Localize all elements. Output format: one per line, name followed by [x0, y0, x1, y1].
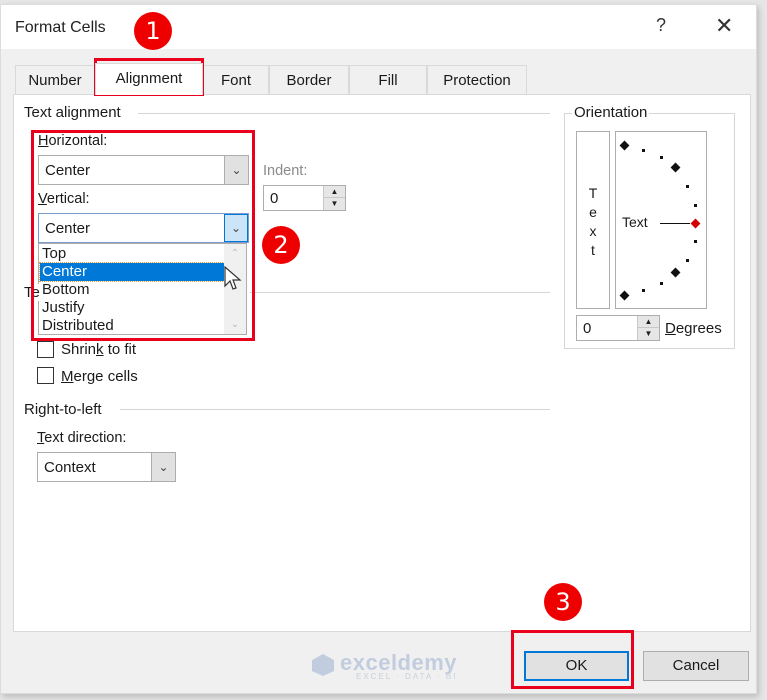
- tab-fill[interactable]: Fill: [349, 65, 427, 95]
- shrink-to-fit-label[interactable]: Shrink to fit: [61, 341, 136, 358]
- shrink-label-pre: Shrin: [61, 341, 97, 358]
- text-alignment-group-label: Text alignment: [24, 104, 127, 121]
- tab-alignment[interactable]: Alignment: [95, 63, 203, 95]
- vertical-value: Center: [45, 220, 91, 237]
- shrink-label-post: to fit: [103, 341, 137, 358]
- angle-marker-90[interactable]: [619, 140, 630, 151]
- option-bottom[interactable]: Bottom: [40, 281, 224, 299]
- orientation-dial[interactable]: Text: [615, 131, 707, 309]
- text-direction-text: ext direction:: [44, 430, 127, 446]
- tab-protection[interactable]: Protection: [427, 65, 527, 95]
- indent-label: Indent:: [263, 163, 308, 179]
- step-1-badge: 1: [134, 12, 172, 50]
- merge-cells-label[interactable]: Merge cells: [61, 368, 138, 385]
- spin-up-icon[interactable]: ▲: [324, 186, 345, 198]
- angle-dot[interactable]: [642, 289, 645, 292]
- vertical-label: Vertical:: [38, 191, 90, 207]
- option-justify[interactable]: Justify: [40, 299, 224, 317]
- degrees-accel: D: [665, 320, 676, 337]
- angle-dot[interactable]: [694, 240, 697, 243]
- close-button[interactable]: ✕: [715, 13, 733, 39]
- orientation-group-label: Orientation: [572, 104, 650, 121]
- spin-down-icon[interactable]: ▼: [324, 198, 345, 210]
- title-bar: Format Cells ? ✕: [1, 5, 756, 49]
- cancel-button[interactable]: Cancel: [643, 651, 749, 681]
- tab-number[interactable]: Number: [15, 65, 95, 95]
- chevron-down-icon[interactable]: ⌄: [151, 453, 175, 481]
- watermark-tagline: EXCEL · DATA · BI: [356, 672, 458, 681]
- option-top[interactable]: Top: [40, 245, 224, 263]
- vertical-dropdown[interactable]: Center ⌄: [38, 213, 249, 243]
- angle-marker-0[interactable]: [690, 218, 701, 229]
- vertical-options-list[interactable]: Top Center Bottom Justify Distributed ⌃ …: [38, 243, 247, 335]
- angle-dot[interactable]: [660, 156, 663, 159]
- dialog-title: Format Cells: [15, 19, 106, 36]
- right-to-left-group-label: Right-to-left: [24, 401, 108, 418]
- tab-font[interactable]: Font: [203, 65, 269, 95]
- vertical-text-letter: e: [589, 204, 597, 220]
- horizontal-label: Horizontal:: [38, 133, 107, 149]
- merge-label-post: erge cells: [73, 368, 138, 385]
- horizontal-label-accel: H: [38, 133, 49, 149]
- mouse-cursor-icon: [224, 266, 242, 290]
- step-3-badge: 3: [544, 583, 582, 621]
- vertical-label-text: ertical:: [46, 191, 90, 207]
- step-2-badge: 2: [262, 226, 300, 264]
- degrees-value[interactable]: 0: [583, 320, 591, 337]
- horizontal-dropdown[interactable]: Center ⌄: [38, 155, 249, 185]
- help-button[interactable]: ?: [656, 15, 666, 36]
- merge-label-accel: M: [61, 368, 74, 385]
- spin-down-icon[interactable]: ▼: [638, 328, 659, 340]
- tab-border[interactable]: Border: [269, 65, 349, 95]
- indent-spinner[interactable]: 0 ▲ ▼: [263, 185, 346, 211]
- text-control-divider: [250, 292, 550, 293]
- text-direction-label: Text direction:: [37, 430, 126, 446]
- degrees-label: Degrees: [665, 320, 722, 337]
- spin-up-icon[interactable]: ▲: [638, 316, 659, 328]
- horizontal-value: Center: [45, 162, 91, 179]
- dial-text: Text: [622, 214, 648, 230]
- angle-dot[interactable]: [686, 259, 689, 262]
- vertical-text-toggle[interactable]: T e x t: [576, 131, 610, 309]
- ok-button[interactable]: OK: [524, 651, 629, 681]
- text-direction-dropdown[interactable]: Context ⌄: [37, 452, 176, 482]
- degrees-spinner[interactable]: 0 ▲ ▼: [576, 315, 660, 341]
- scroll-down-icon[interactable]: ⌄: [224, 319, 246, 330]
- angle-marker-45[interactable]: [670, 162, 681, 173]
- vertical-text-letter: t: [591, 242, 595, 258]
- angle-dot[interactable]: [660, 282, 663, 285]
- indent-value[interactable]: 0: [270, 190, 278, 207]
- angle-marker-neg45[interactable]: [670, 267, 681, 278]
- option-distributed[interactable]: Distributed: [40, 317, 224, 335]
- vertical-text-letter: T: [588, 185, 598, 201]
- chevron-down-icon[interactable]: ⌄: [224, 214, 248, 242]
- angle-dot[interactable]: [686, 185, 689, 188]
- chevron-down-icon[interactable]: ⌄: [224, 156, 248, 184]
- text-direction-value: Context: [44, 459, 96, 476]
- angle-marker-neg90[interactable]: [619, 290, 630, 301]
- degrees-text: egrees: [675, 320, 722, 337]
- scroll-up-icon[interactable]: ⌃: [224, 248, 246, 259]
- shrink-to-fit-checkbox[interactable]: [37, 341, 54, 358]
- horizontal-label-text: orizontal:: [48, 133, 108, 149]
- right-to-left-divider: [120, 409, 550, 410]
- orientation-needle: [660, 223, 690, 224]
- text-alignment-divider: [138, 113, 550, 114]
- vertical-label-accel: V: [38, 191, 47, 207]
- angle-dot[interactable]: [642, 149, 645, 152]
- angle-dot[interactable]: [694, 204, 697, 207]
- option-center[interactable]: Center: [39, 262, 225, 282]
- merge-cells-checkbox[interactable]: [37, 367, 54, 384]
- text-control-group-label: Te: [24, 284, 40, 301]
- vertical-text-letter: x: [589, 223, 597, 239]
- shrink-label-accel: k: [96, 341, 104, 358]
